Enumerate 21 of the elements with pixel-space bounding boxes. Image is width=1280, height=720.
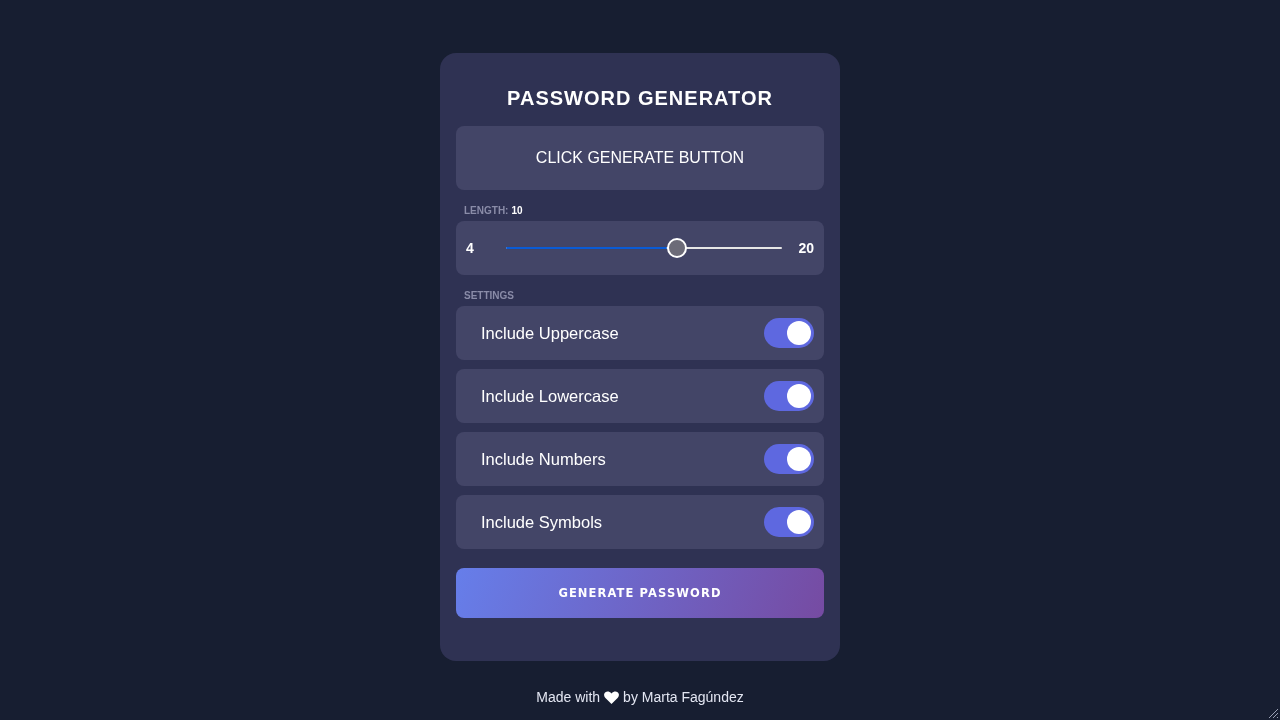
settings-label: SETTINGS [464, 290, 514, 302]
toggle-switch[interactable] [764, 381, 814, 411]
password-result-field: CLICK GENERATE BUTTON [456, 126, 824, 190]
heart-icon [604, 690, 620, 704]
app-title: PASSWORD GENERATOR [506, 86, 774, 110]
toggle-switch[interactable] [764, 507, 814, 537]
generate-button[interactable]: GENERATE PASSWORD [456, 568, 824, 618]
footer-text: by Marta Fagúndez [623, 689, 744, 705]
setting-label: Include Numbers [481, 449, 606, 469]
footer-text: Made with [536, 689, 601, 705]
length-label: LENGTH: [464, 205, 509, 217]
slider-thumb[interactable] [667, 238, 688, 258]
length-value: 10 [511, 205, 523, 217]
toggle-switch[interactable] [764, 444, 814, 474]
toggle-switch[interactable] [764, 318, 814, 348]
resize-grip-icon[interactable] [1268, 708, 1279, 719]
setting-label: Include Lowercase [481, 386, 619, 406]
slider-max-label: 20 [797, 240, 814, 256]
setting-label: Include Symbols [481, 512, 603, 532]
setting-label: Include Uppercase [481, 323, 619, 343]
slider-min-label: 4 [466, 240, 475, 256]
